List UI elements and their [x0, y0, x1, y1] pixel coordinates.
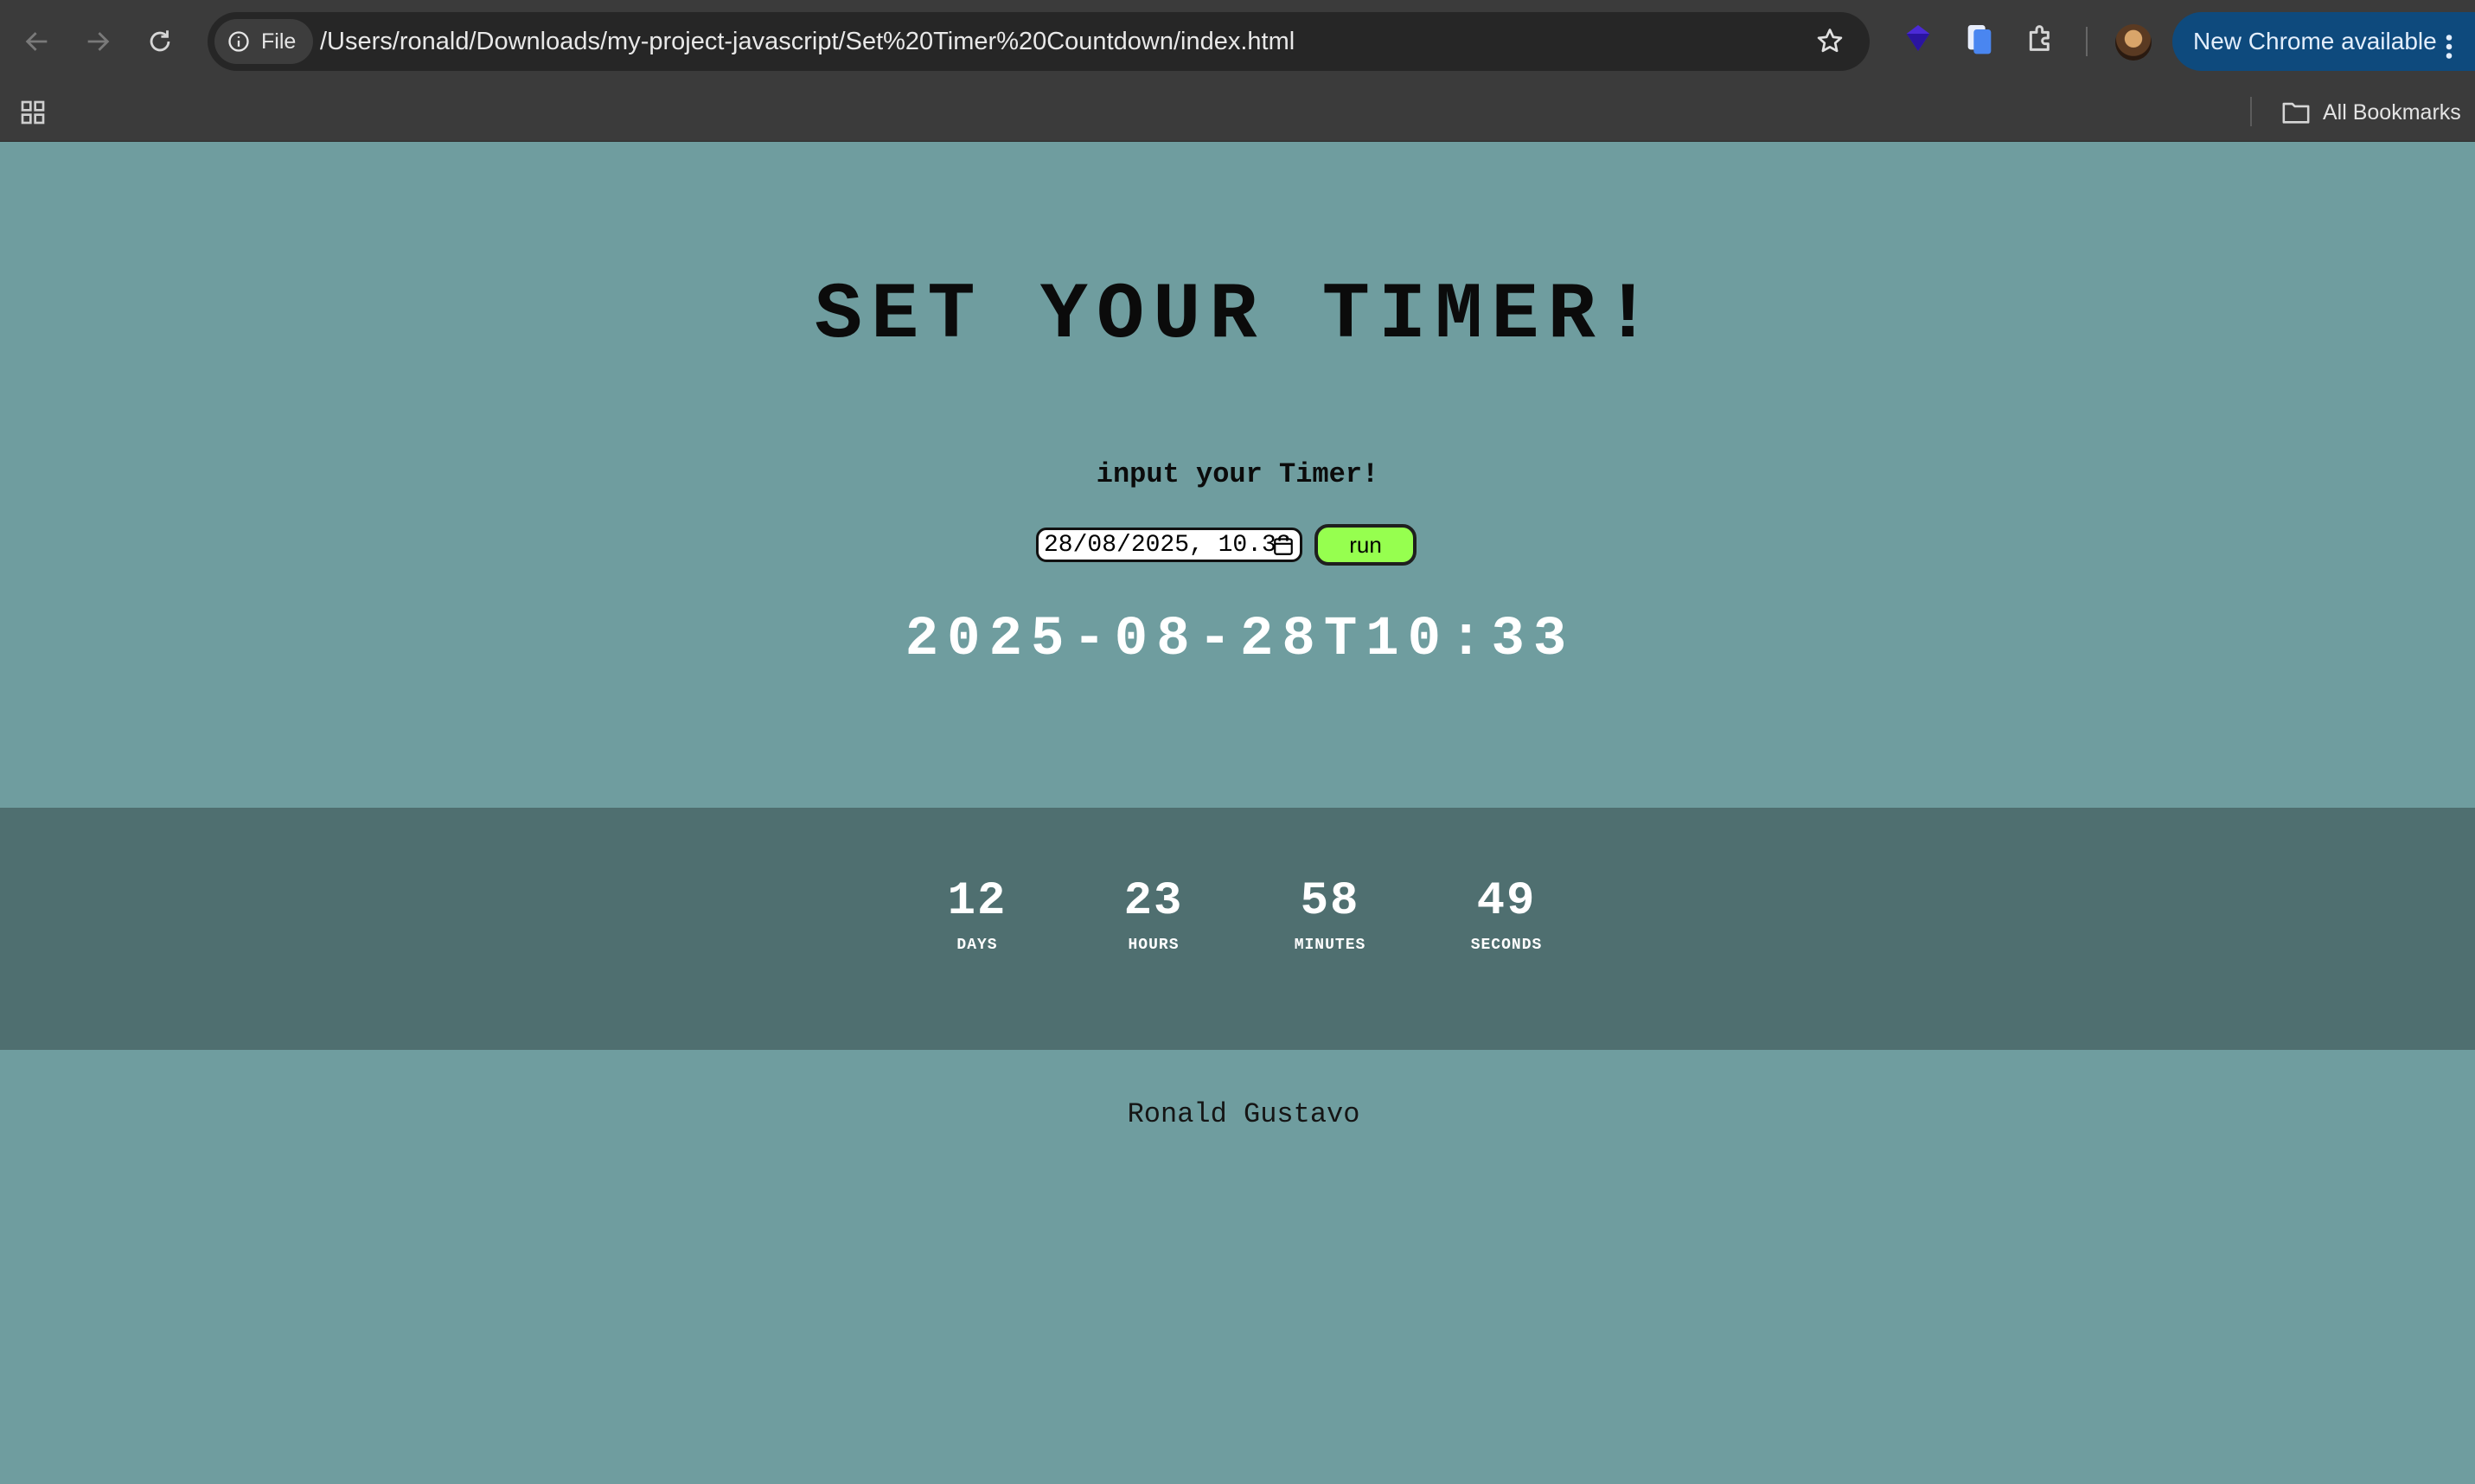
hours-label: HOURS [1128, 937, 1180, 954]
apps-grid-icon [21, 100, 45, 125]
toolbar-divider [2086, 27, 2088, 56]
author-footer: Ronald Gustavo [1127, 1098, 1360, 1130]
update-label: New Chrome available [2193, 28, 2437, 54]
minutes-label: MINUTES [1294, 937, 1366, 954]
address-scheme-label: File [261, 29, 297, 54]
back-button[interactable] [10, 15, 64, 68]
page-title: SET YOUR TIMER! [814, 270, 1661, 361]
profile-avatar[interactable] [2115, 24, 2152, 61]
url-text[interactable]: /Users/ronald/Downloads/my-project-javas… [320, 12, 1295, 71]
datetime-input-value: 28/08/2025, 10.33 [1044, 531, 1291, 559]
puzzle-icon [2029, 25, 2050, 51]
all-bookmarks-button[interactable]: All Bookmarks [2281, 83, 2461, 142]
countdown-band: 12 DAYS 23 HOURS 58 MINUTES 49 SECONDS [0, 808, 2475, 1050]
forward-arrow-icon [87, 32, 110, 51]
menu-kebab-icon [2446, 35, 2453, 59]
bookmarks-bar: All Bookmarks [0, 83, 2475, 142]
seconds-value: 49 [1476, 875, 1537, 928]
browser-toolbar: File /Users/ronald/Downloads/my-project-… [0, 0, 2475, 83]
extensions-menu-button[interactable] [2024, 21, 2058, 60]
seconds-label: SECONDS [1470, 937, 1543, 954]
extension-icon [1906, 25, 1930, 51]
input-instruction: input your Timer! [1096, 458, 1379, 490]
minutes-value: 58 [1300, 875, 1360, 928]
folder-icon [2282, 102, 2310, 124]
bookmark-star-button[interactable] [1814, 26, 1845, 61]
countdown-seconds: 49 SECONDS [1418, 808, 1595, 1050]
reload-button[interactable] [133, 15, 187, 68]
forward-button[interactable] [71, 15, 125, 68]
hours-value: 23 [1123, 875, 1184, 928]
docs-extension-button[interactable] [1965, 21, 1994, 60]
countdown-hours: 23 HOURS [1065, 808, 1242, 1050]
address-bar[interactable]: File /Users/ronald/Downloads/my-project-… [208, 12, 1870, 71]
bookmarks-divider [2250, 97, 2252, 126]
days-label: DAYS [956, 937, 998, 954]
reload-icon [150, 30, 170, 52]
countdown: 12 DAYS 23 HOURS 58 MINUTES 49 SECONDS [889, 808, 1595, 1050]
countdown-minutes: 58 MINUTES [1242, 808, 1418, 1050]
target-datetime-display: 2025-08-28T10:33 [905, 609, 1576, 671]
days-value: 12 [947, 875, 1007, 928]
all-bookmarks-label: All Bookmarks [2323, 99, 2461, 125]
run-button[interactable]: run [1314, 524, 1417, 566]
new-chrome-available-button[interactable]: New Chrome available [2172, 12, 2475, 71]
countdown-days: 12 DAYS [889, 808, 1065, 1050]
timer-form: 28/08/2025, 10.33 run [0, 524, 2475, 566]
back-arrow-icon [25, 32, 48, 51]
document-icon [1967, 25, 1992, 54]
calendar-icon[interactable] [1272, 534, 1295, 557]
page-viewport: SET YOUR TIMER! input your Timer! 28/08/… [0, 142, 2475, 1484]
extension-button[interactable] [1901, 21, 1935, 60]
info-icon [228, 31, 249, 52]
apps-button[interactable] [19, 99, 47, 131]
site-info-chip[interactable]: File [214, 19, 314, 64]
datetime-input[interactable]: 28/08/2025, 10.33 [1036, 528, 1302, 562]
star-icon [1817, 29, 1843, 53]
